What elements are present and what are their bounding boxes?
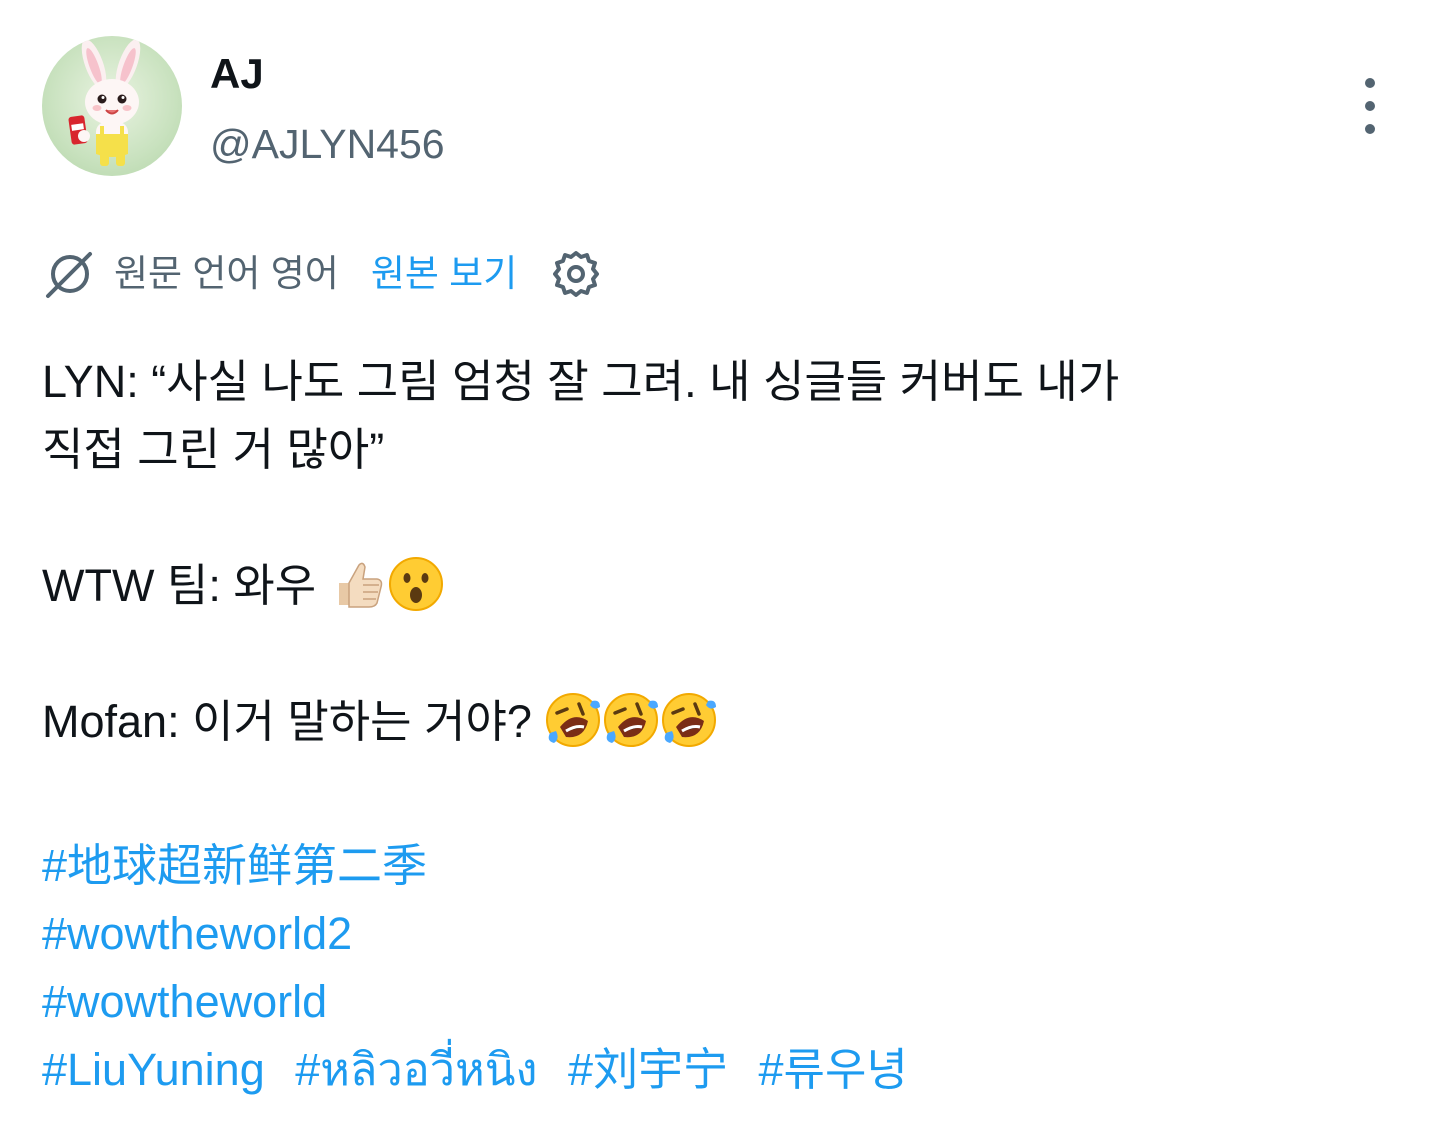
hushed-face-emoji-icon — [387, 555, 445, 613]
more-vertical-icon — [1365, 78, 1375, 88]
author-display-name[interactable]: AJ — [210, 48, 264, 100]
tweet-line: 직접 그린 거 많아” — [42, 424, 385, 475]
translation-bar: 원문 언어 영어 원본 보기 — [42, 244, 601, 304]
hashtag-link[interactable]: #wowtheworld2 — [42, 908, 352, 959]
tweet-line-wtw: WTW 팀: 와우 — [42, 552, 1402, 620]
hashtag-link[interactable]: #류우녕 — [759, 1044, 908, 1095]
tweet-line: LYN: “사실 나도 그림 엄청 잘 그려. 내 싱글들 커버도 내가 — [42, 356, 1120, 407]
author-handle[interactable]: @AJLYN456 — [210, 118, 445, 170]
rolling-on-floor-laughing-emoji-icon — [602, 691, 660, 749]
more-options-button[interactable] — [1346, 78, 1394, 134]
tweet-text: LYN: “사실 나도 그림 엄청 잘 그려. 내 싱글들 커버도 내가 직접 … — [42, 348, 1402, 756]
hashtag-link[interactable]: #wowtheworld — [42, 976, 327, 1027]
avatar[interactable] — [42, 36, 182, 176]
show-original-link[interactable]: 원본 보기 — [371, 248, 517, 300]
hashtag-list: #地球超新鲜第二季 #wowtheworld2 #wowtheworld #Li… — [42, 832, 908, 1104]
rolling-on-floor-laughing-emoji-icon — [544, 691, 602, 749]
tweet-detail: AJ @AJLYN456 원문 언어 영어 원본 보기 LYN: “사실 나도 … — [0, 0, 1440, 1139]
rolling-on-floor-laughing-emoji-icon — [660, 691, 718, 749]
bunny-avatar-icon — [68, 39, 141, 166]
translation-label: 원문 언어 영어 — [114, 253, 339, 294]
tweet-line-mofan: Mofan: 이거 말하는 거야? — [42, 688, 1402, 756]
tweet-line: WTW 팀: 와우 — [42, 560, 317, 611]
tweet-line: Mofan: 이거 말하는 거야? — [42, 696, 532, 747]
gear-icon[interactable] — [551, 249, 601, 299]
hashtag-link[interactable]: #LiuYuning — [42, 1044, 265, 1095]
globe-slash-icon — [46, 252, 92, 298]
thumbs-up-emoji-icon — [329, 555, 387, 613]
hashtag-link[interactable]: #地球超新鲜第二季 — [42, 840, 427, 891]
hashtag-link[interactable]: #หลิวอวี่หนิง — [295, 1044, 537, 1095]
hashtag-link[interactable]: #刘宇宁 — [568, 1044, 728, 1095]
